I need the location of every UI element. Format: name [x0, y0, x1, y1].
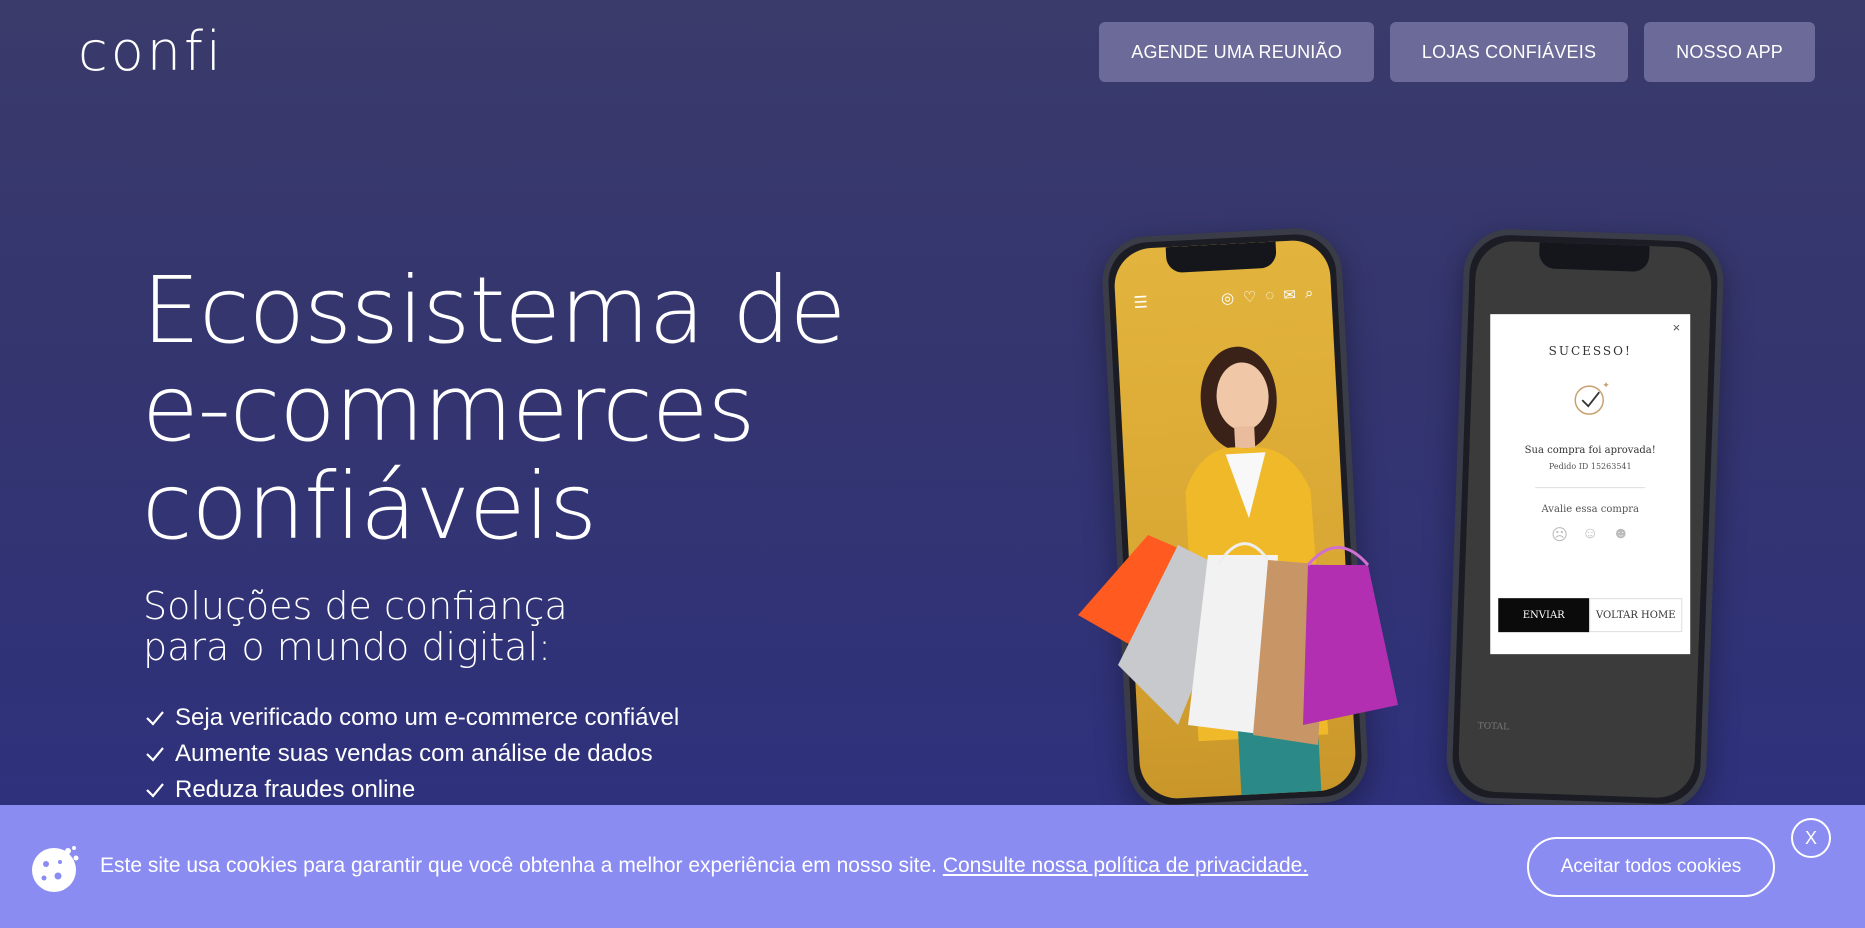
cookie-text: Este site usa cookies para garantir que … [100, 854, 943, 877]
our-app-button[interactable]: NOSSO APP [1644, 22, 1815, 82]
order-id: Pedido ID 15263541 [1548, 462, 1632, 472]
feature-item: Reduza fraudes online [145, 772, 679, 808]
heart-icon: ♡ [1242, 288, 1257, 307]
feature-text: Seja verificado como um e-commerce confi… [175, 704, 680, 731]
hero-subtitle: Soluções de confiança para o mundo digit… [143, 584, 568, 669]
user-icon: ◎ [1220, 289, 1235, 308]
accept-cookies-button[interactable]: Aceitar todos cookies [1527, 837, 1775, 897]
divider [1535, 487, 1646, 489]
back-home-button[interactable]: VOLTAR HOME [1589, 598, 1683, 633]
feature-item: Aumente suas vendas com análise de dados [145, 736, 679, 772]
check-circle-icon: ✦ [1574, 380, 1610, 415]
chat-icon: ◌ [1264, 286, 1275, 305]
feature-text: Aumente suas vendas com análise de dados [175, 740, 653, 767]
rate-label: Avalie essa compra [1541, 504, 1639, 516]
check-icon [145, 744, 165, 764]
phone-notch [1165, 241, 1277, 274]
svg-text:✦: ✦ [1602, 380, 1610, 390]
check-icon [145, 780, 165, 800]
success-modal: × SUCESSO! ✦ Sua compra foi aprovada! Pe… [1490, 314, 1691, 655]
modal-actions: ENVIAR VOLTAR HOME [1498, 598, 1683, 633]
feature-text: Reduza fraudes online [175, 776, 416, 803]
sad-face-icon[interactable]: ☹ [1551, 525, 1568, 545]
modal-title: SUCESSO! [1548, 344, 1632, 359]
trusted-stores-button[interactable]: LOJAS CONFIÁVEIS [1389, 22, 1629, 82]
top-nav: AGENDE UMA REUNIÃO LOJAS CONFIÁVEIS NOSS… [1099, 22, 1815, 82]
feature-list: Seja verificado como um e-commerce confi… [145, 700, 679, 808]
send-button[interactable]: ENVIAR [1498, 598, 1590, 633]
hero-title: Ecossistema de e-commerces confiáveis [142, 257, 846, 560]
cookie-icon [32, 846, 79, 892]
feature-item: Seja verificado como um e-commerce confi… [145, 700, 679, 736]
rating-faces: ☹ ☺ ☻ [1490, 525, 1690, 545]
confi-logo[interactable]: confi [78, 22, 224, 82]
cookie-message: Este site usa cookies para garantir que … [100, 854, 1308, 878]
schedule-meeting-button[interactable]: AGENDE UMA REUNIÃO [1099, 22, 1374, 82]
modal-close-icon[interactable]: × [1673, 320, 1681, 335]
neutral-face-icon[interactable]: ☺ [1582, 525, 1598, 545]
phone-notch [1538, 242, 1650, 273]
shopping-bags-illustration [1078, 535, 1398, 745]
cookie-banner: Este site usa cookies para garantir que … [0, 805, 1865, 928]
check-icon [145, 708, 165, 728]
approval-message: Sua compra foi aprovada! [1524, 445, 1656, 457]
menu-icon: ☰ [1133, 294, 1149, 313]
total-row: TOTAL [1478, 721, 1678, 738]
search-icon: ⌕ [1304, 284, 1314, 303]
app-toolbar: ☰ ◎ ♡ ◌ ✉ ⌕ [1133, 284, 1314, 313]
close-banner-button[interactable]: X [1791, 818, 1831, 858]
phone-mockup-success: × SUCESSO! ✦ Sua compra foi aprovada! Pe… [1445, 227, 1725, 812]
privacy-policy-link[interactable]: Consulte nossa política de privacidade. [943, 854, 1308, 877]
mail-icon: ✉ [1282, 286, 1297, 305]
happy-face-icon[interactable]: ☻ [1612, 525, 1629, 545]
total-label: TOTAL [1477, 721, 1510, 733]
phone-screen: × SUCESSO! ✦ Sua compra foi aprovada! Pe… [1457, 240, 1713, 799]
